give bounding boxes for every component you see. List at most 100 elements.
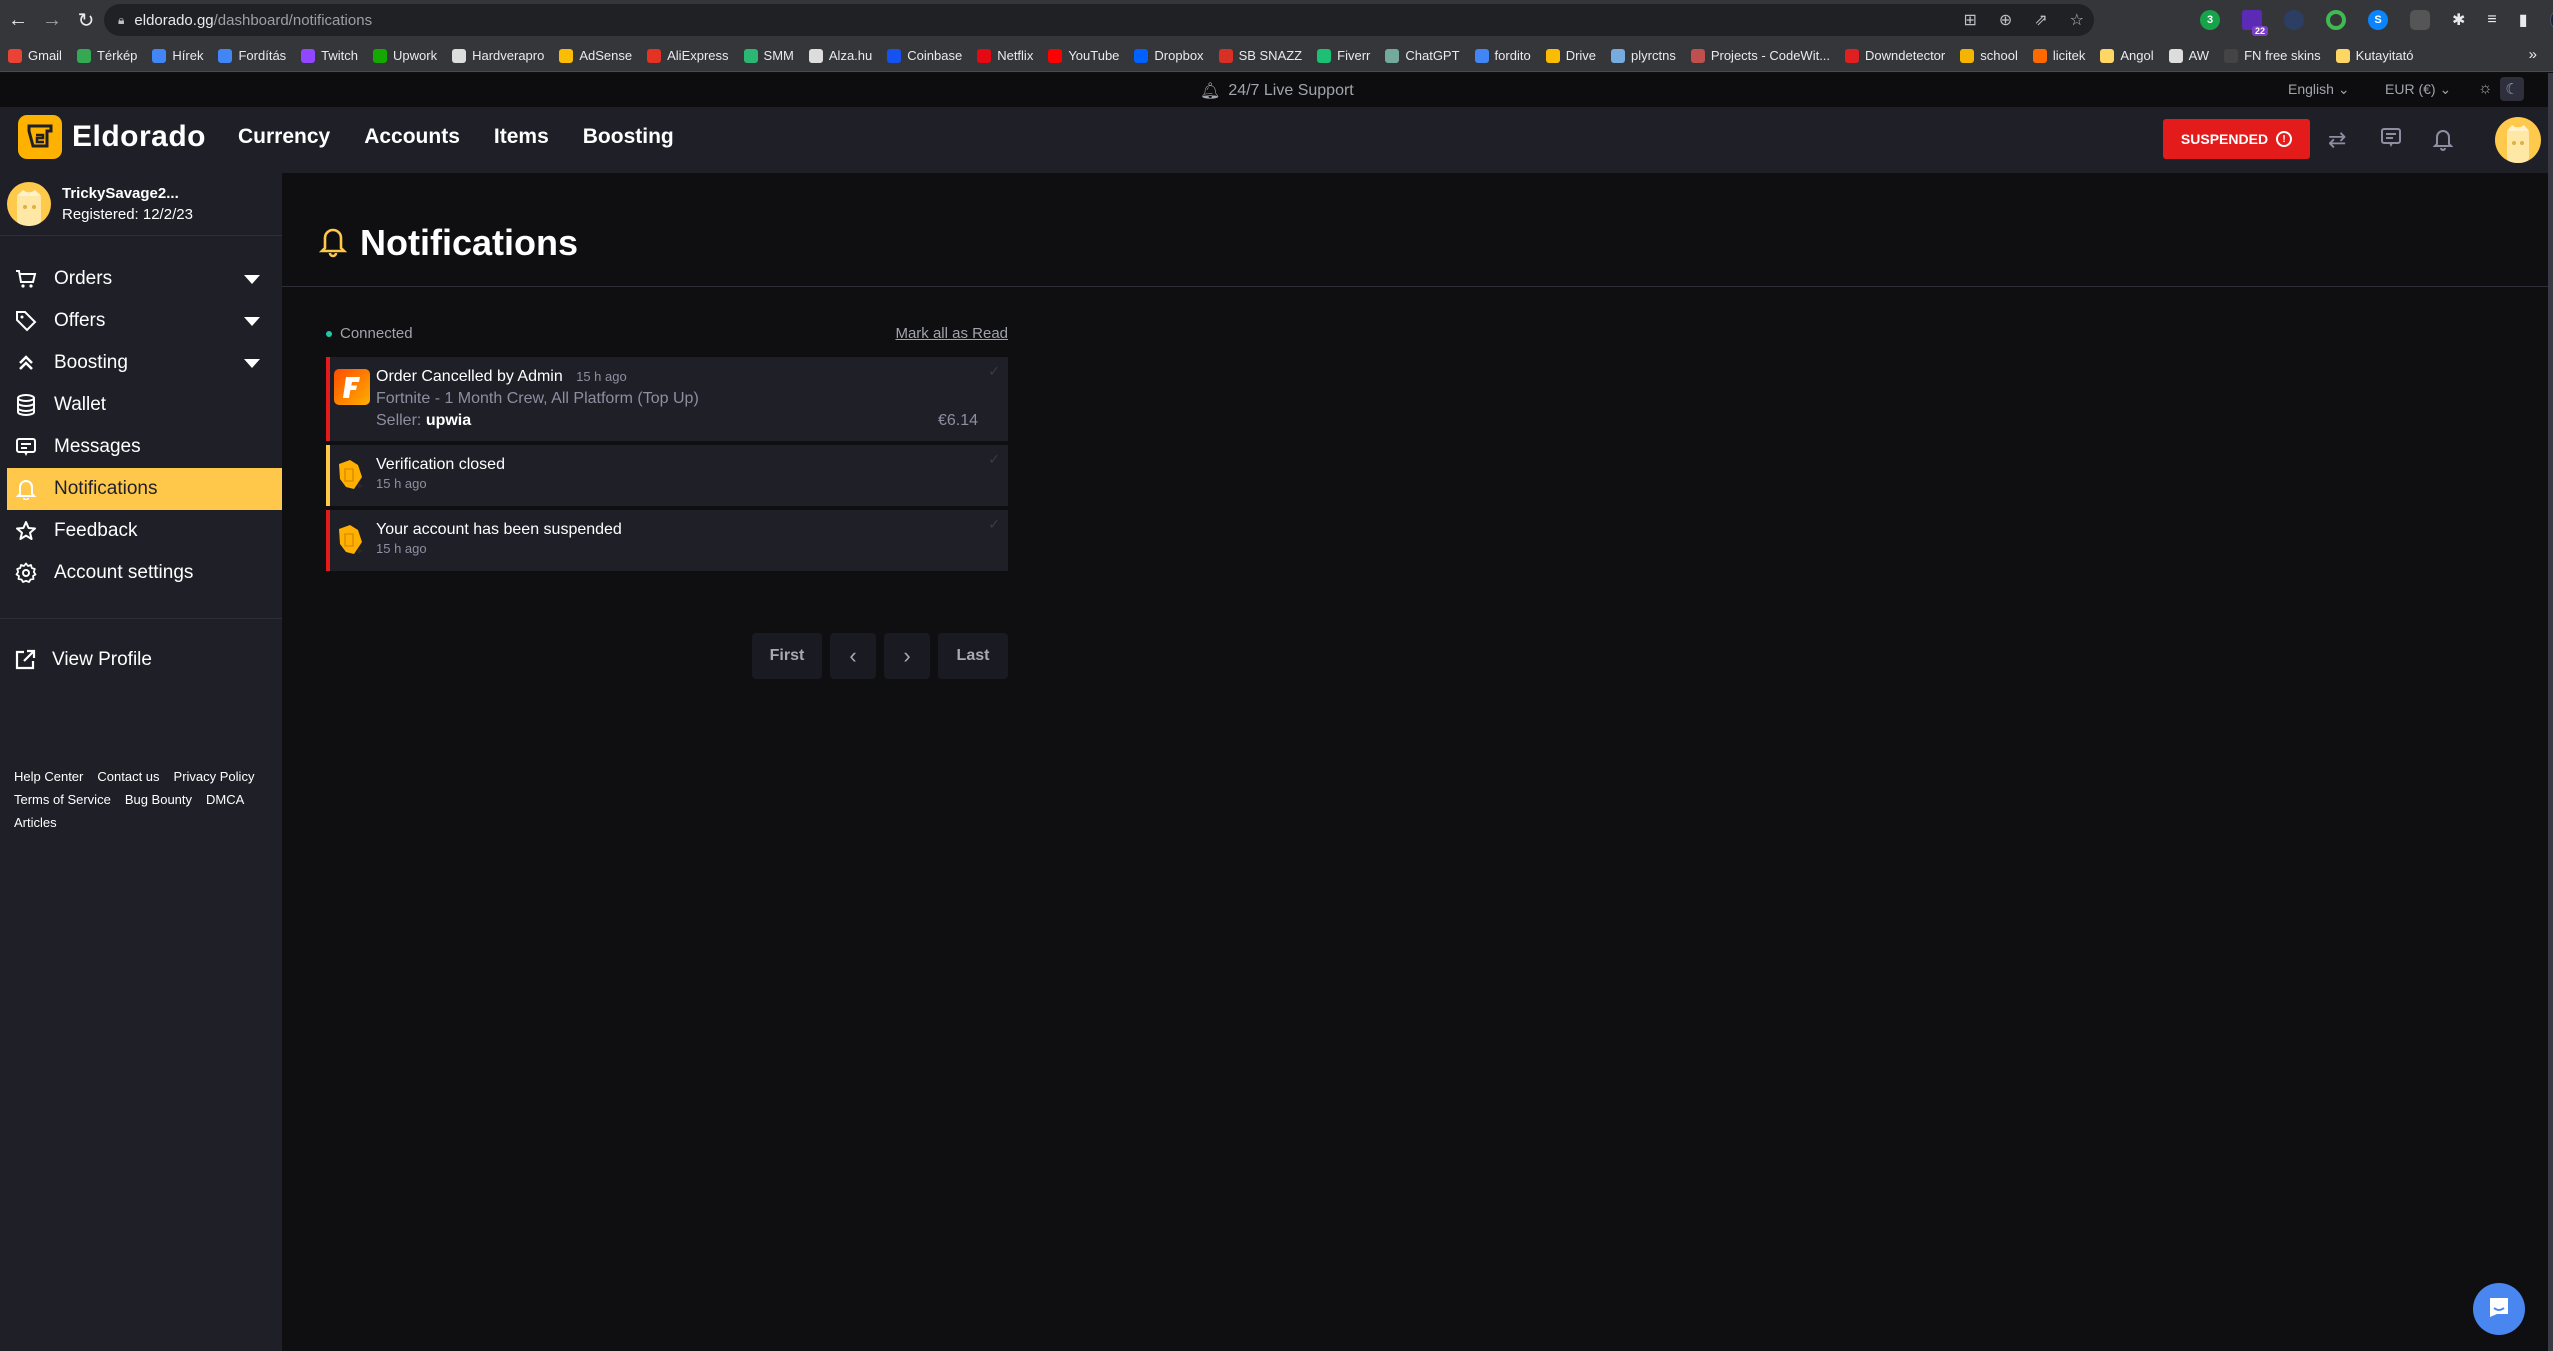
contact-us-link[interactable]: Contact us — [97, 769, 159, 784]
swap-icon[interactable]: ⇄ — [2328, 127, 2346, 153]
back-icon[interactable]: ← — [2, 4, 34, 36]
suspended-status-button[interactable]: SUSPENDED ! — [2163, 119, 2310, 159]
sidebar-item-boosting[interactable]: Boosting — [0, 342, 282, 384]
articles-link[interactable]: Articles — [14, 815, 57, 830]
first-page-button[interactable]: First — [752, 633, 822, 679]
bookmark-item[interactable]: YouTube — [1048, 48, 1119, 63]
dark-theme-toggle[interactable]: ☾ — [2500, 77, 2524, 101]
bookmark-favicon-icon — [743, 48, 758, 63]
avatar[interactable] — [7, 182, 51, 226]
sidebar-item-notifications[interactable]: Notifications — [7, 468, 282, 510]
bookmark-item[interactable]: Netflix — [977, 48, 1033, 63]
mark-read-check-icon[interactable]: ✓ — [988, 516, 1000, 533]
bookmark-item[interactable]: Twitch — [301, 48, 358, 63]
user-avatar[interactable] — [2495, 117, 2541, 163]
bookmark-item[interactable]: Gmail — [8, 48, 62, 63]
dmca-link[interactable]: DMCA — [206, 792, 244, 807]
bookmark-item[interactable]: Hardverapro — [452, 48, 544, 63]
extension-icon[interactable] — [2326, 10, 2346, 30]
robot-icon[interactable] — [2410, 10, 2430, 30]
bookmark-item[interactable]: AliExpress — [647, 48, 729, 63]
extension-icon[interactable]: 22 — [2242, 10, 2268, 36]
reload-icon[interactable]: ↻ — [70, 4, 102, 36]
bookmark-item[interactable]: Upwork — [373, 48, 437, 63]
mark-all-read-link[interactable]: Mark all as Read — [895, 325, 1008, 342]
nav-items[interactable]: Items — [494, 125, 549, 149]
bookmark-item[interactable]: plyrctns — [1611, 48, 1676, 63]
side-panel-icon[interactable]: ▮ — [2519, 10, 2528, 30]
privacy-policy-link[interactable]: Privacy Policy — [174, 769, 255, 784]
message-icon[interactable] — [2380, 127, 2402, 155]
live-support-link[interactable]: 🔔︎ 24/7 Live Support — [1200, 81, 1354, 101]
sidebar-item-messages[interactable]: Messages — [0, 426, 282, 468]
extension-icon[interactable]: 3 — [2200, 10, 2220, 30]
media-icon[interactable]: ≡ — [2487, 11, 2496, 29]
support-chat-button[interactable] — [2473, 1283, 2525, 1335]
help-center-link[interactable]: Help Center — [14, 769, 83, 784]
next-page-button[interactable]: › — [884, 633, 930, 679]
bookmark-item[interactable]: FN free skins — [2224, 48, 2321, 63]
light-theme-toggle[interactable]: ☼ — [2478, 80, 2493, 98]
bookmark-item[interactable]: Dropbox — [1134, 48, 1204, 63]
bookmark-item[interactable]: Fordítás — [218, 48, 286, 63]
shazam-icon[interactable]: S — [2368, 10, 2388, 30]
notification-item[interactable]: Verification closed 15 h ago ✓ — [326, 445, 1008, 506]
extension-icon[interactable] — [2284, 10, 2304, 30]
sidebar-item-feedback[interactable]: Feedback — [0, 510, 282, 552]
sidebar-item-orders[interactable]: Orders — [0, 258, 282, 300]
bookmarks-overflow-button[interactable]: » — [2529, 46, 2537, 63]
seller-name[interactable]: upwia — [426, 412, 471, 429]
bookmark-item[interactable]: ChatGPT — [1385, 48, 1460, 63]
bookmark-item[interactable]: Fiverr — [1317, 48, 1370, 63]
caret-down-icon[interactable] — [244, 359, 260, 368]
bug-bounty-link[interactable]: Bug Bounty — [125, 792, 192, 807]
last-page-button[interactable]: Last — [938, 633, 1008, 679]
profile-avatar[interactable] — [2549, 8, 2553, 32]
bookmark-item[interactable]: Downdetector — [1845, 48, 1945, 63]
currency-select[interactable]: EUR (€) ⌄ — [2385, 81, 2451, 98]
translate-icon[interactable]: ⊞ — [1963, 10, 1976, 30]
bookmark-item[interactable]: fordito — [1474, 48, 1531, 63]
sidebar-item-offers[interactable]: Offers — [0, 300, 282, 342]
bookmark-item[interactable]: Coinbase — [887, 48, 962, 63]
nav-accounts[interactable]: Accounts — [364, 125, 460, 149]
view-profile-link[interactable]: View Profile — [0, 639, 282, 681]
zoom-icon[interactable]: ⊕ — [1999, 10, 2012, 30]
bookmark-item[interactable]: Hírek — [152, 48, 203, 63]
logo[interactable]: Eldorado — [18, 115, 206, 159]
bookmark-item[interactable]: Drive — [1545, 48, 1596, 63]
nav-boosting[interactable]: Boosting — [583, 125, 674, 149]
bookmark-item[interactable]: Projects - CodeWit... — [1690, 48, 1830, 63]
page-scrollbar[interactable] — [2548, 73, 2553, 1351]
bookmark-item[interactable]: AdSense — [559, 48, 632, 63]
bookmark-item[interactable]: Kutayitató — [2335, 48, 2413, 63]
prev-page-button[interactable]: ‹ — [830, 633, 876, 679]
bookmark-item[interactable]: AW — [2168, 48, 2209, 63]
browser-toolbar: ← → ↻ 🔒︎ eldorado.gg/dashboard/notificat… — [0, 0, 2553, 40]
puzzle-icon[interactable]: ✱ — [2452, 10, 2465, 30]
forward-icon[interactable]: → — [36, 4, 68, 36]
nav-currency[interactable]: Currency — [238, 125, 330, 149]
mark-read-check-icon[interactable]: ✓ — [988, 451, 1000, 468]
address-bar[interactable]: 🔒︎ eldorado.gg/dashboard/notifications ⊞… — [104, 4, 2094, 36]
bookmark-item[interactable]: Alza.hu — [808, 48, 872, 63]
sidebar-item-wallet[interactable]: Wallet — [0, 384, 282, 426]
share-icon[interactable]: ⇗ — [2034, 10, 2047, 30]
bookmark-item[interactable]: SB SNAZZ — [1218, 48, 1302, 63]
bookmark-item[interactable]: Térkép — [76, 48, 137, 63]
sidebar-item-account-settings[interactable]: Account settings — [0, 552, 282, 594]
language-select[interactable]: English ⌄ — [2288, 81, 2350, 98]
bookmark-item[interactable]: Angol — [2100, 48, 2154, 63]
user-name[interactable]: TrickySavage2... — [62, 185, 193, 202]
bell-icon[interactable] — [2432, 127, 2454, 157]
bookmark-item[interactable]: licitek — [2032, 48, 2085, 63]
bookmark-star-icon[interactable]: ☆ — [2070, 10, 2084, 30]
notification-item[interactable]: Order Cancelled by Admin 15 h ago Fortni… — [326, 357, 1008, 441]
caret-down-icon[interactable] — [244, 317, 260, 326]
terms-link[interactable]: Terms of Service — [14, 792, 111, 807]
notification-item[interactable]: Your account has been suspended 15 h ago… — [326, 510, 1008, 571]
mark-read-check-icon[interactable]: ✓ — [988, 363, 1000, 380]
caret-down-icon[interactable] — [244, 275, 260, 284]
bookmark-item[interactable]: SMM — [743, 48, 794, 63]
bookmark-item[interactable]: school — [1960, 48, 2018, 63]
